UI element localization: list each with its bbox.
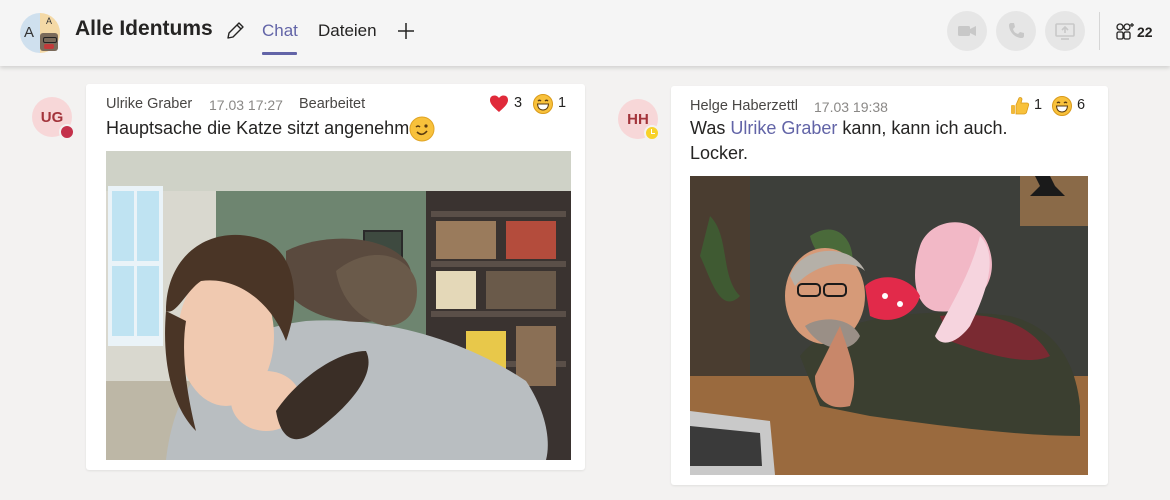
message-card[interactable]: Ulrike Graber 17.03 17:27 Bearbeitet 3 1… — [86, 84, 585, 470]
message-sender[interactable]: Ulrike Graber — [106, 96, 192, 112]
header-divider — [1099, 12, 1100, 50]
team-title: Alle Identums — [75, 17, 213, 40]
presence-away-icon — [644, 125, 660, 141]
team-avatar-letter: A — [24, 24, 35, 41]
avatar-initials: HH — [627, 110, 649, 128]
video-call-button[interactable] — [947, 11, 987, 51]
reaction-count: 6 — [1077, 97, 1086, 113]
phone-icon — [1009, 23, 1024, 38]
audio-call-button[interactable] — [996, 11, 1036, 51]
user-mention[interactable]: Ulrike Graber — [730, 118, 837, 138]
message-timestamp: 17.03 17:27 — [209, 97, 283, 113]
photo-image — [106, 151, 571, 460]
active-tab-indicator — [262, 52, 297, 55]
presence-busy-icon — [59, 124, 75, 140]
share-screen-icon — [1055, 23, 1075, 40]
plush-toy-on-shoulder-photo[interactable] — [690, 176, 1088, 475]
reaction-laugh[interactable]: 6 — [1051, 95, 1091, 117]
photo-image — [690, 176, 1088, 475]
tab-chat[interactable]: Chat — [262, 21, 298, 41]
message-text-line2: Locker. — [690, 143, 749, 163]
reaction-count: 1 — [1034, 97, 1043, 113]
reaction-count: 1 — [558, 95, 567, 111]
reaction-thumbs-up[interactable]: 1 — [1009, 95, 1049, 117]
reaction-laugh[interactable]: 1 — [532, 93, 572, 115]
edited-label: Bearbeitet — [299, 96, 366, 112]
pencil-icon[interactable] — [224, 20, 246, 42]
message-body-prefix: Was — [690, 118, 731, 138]
laughing-emoji-icon — [1052, 96, 1072, 116]
message-text: Hauptsache die Katze sitzt angenehm — [106, 116, 409, 141]
winking-smile-icon — [409, 116, 435, 142]
message-card[interactable]: Helge Haberzettl 17.03 19:38 1 6 Was Ulr… — [671, 86, 1108, 485]
cat-on-shoulder-photo[interactable] — [106, 151, 571, 460]
add-tab-icon[interactable] — [395, 20, 417, 42]
reaction-count: 3 — [514, 95, 523, 111]
thumbs-up-icon — [1011, 97, 1030, 115]
video-camera-icon — [958, 26, 976, 36]
message-sender[interactable]: Helge Haberzettl — [690, 98, 798, 114]
share-screen-button[interactable] — [1045, 11, 1085, 51]
message-timestamp: 17.03 19:38 — [814, 99, 888, 115]
message-body-suffix: kann, kann ich auch. — [837, 118, 1008, 138]
laughing-emoji-icon — [533, 94, 553, 114]
user-face-icon — [40, 33, 58, 51]
avatar-initials: UG — [40, 108, 64, 126]
team-avatar[interactable]: A A — [20, 13, 60, 53]
tab-files[interactable]: Dateien — [318, 21, 377, 41]
message-body: Hauptsache die Katze sitzt angenehm — [106, 118, 410, 138]
message-text: Was Ulrike Graber kann, kann ich auch. — [690, 116, 1008, 141]
reaction-heart[interactable]: 3 — [488, 93, 528, 115]
heart-icon — [490, 95, 508, 112]
participants-count[interactable]: 22 — [1137, 24, 1153, 40]
channel-header: A A Alle Identums Chat Dateien 22 — [0, 0, 1170, 66]
team-avatar-letter-small: A — [46, 16, 53, 26]
